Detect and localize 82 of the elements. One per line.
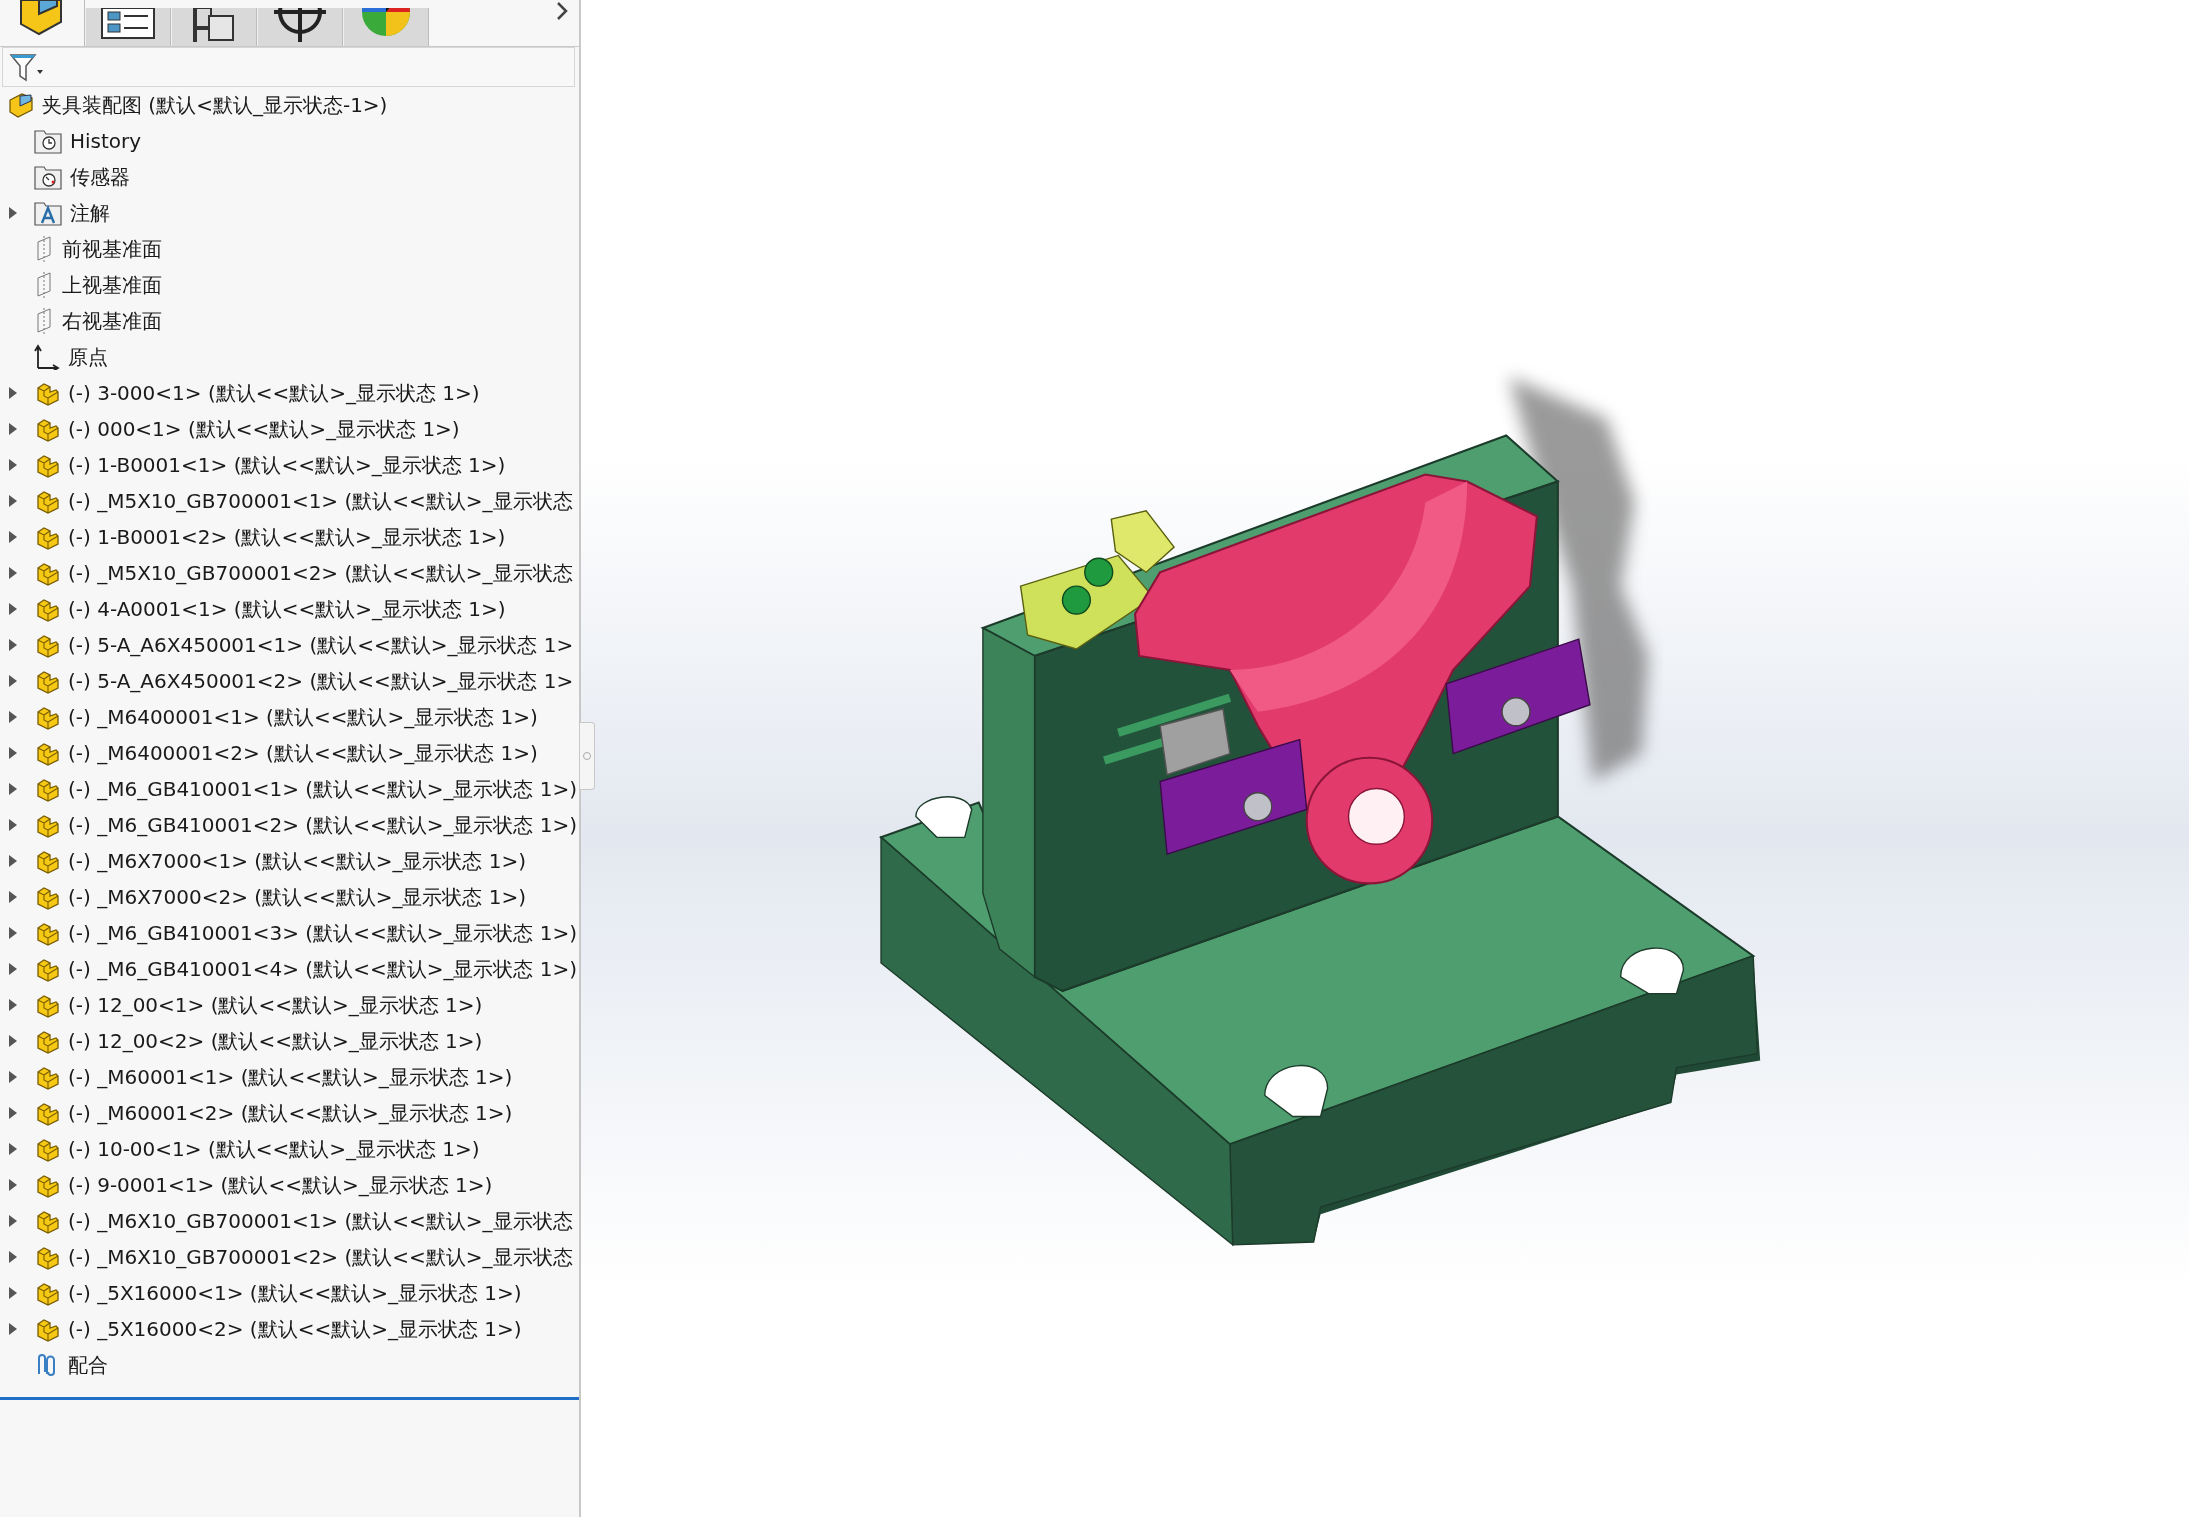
expand-arrow-icon[interactable] [8,855,18,867]
tree-item-label[interactable]: (-) _M6_GB410001<3> (默认<<默认>_显示状态 1>) [68,919,578,947]
chevron-right-icon[interactable] [555,2,569,20]
tree-item-label[interactable]: (-) _M6X7000<2> (默认<<默认>_显示状态 1>) [68,883,527,911]
history-folder-icon [34,128,62,154]
tree-item-label[interactable]: (-) 1-B0001<1> (默认<<默认>_显示状态 1>) [68,451,506,479]
sensor-folder-icon [34,164,62,190]
tree-item-label[interactable]: (-) _5X16000<1> (默认<<默认>_显示状态 1>) [68,1279,522,1307]
tree-item-label[interactable]: 右视基准面 [62,307,162,335]
tree-item-label[interactable]: (-) _M60001<1> (默认<<默认>_显示状态 1>) [68,1063,513,1091]
tree-item-label[interactable]: 上视基准面 [62,271,162,299]
tree-item-label[interactable]: (-) _5X16000<2> (默认<<默认>_显示状态 1>) [68,1315,522,1343]
expand-arrow-icon[interactable] [8,1179,18,1191]
tree-item-label[interactable]: (-) _M6400001<1> (默认<<默认>_显示状态 1>) [68,703,538,731]
splitter-handle[interactable] [580,722,595,790]
plane-icon [34,236,54,262]
expand-arrow-icon[interactable] [8,675,18,687]
tree-item-label[interactable]: (-) 12_00<1> (默认<<默认>_显示状态 1>) [68,991,483,1019]
tree-item-label[interactable]: 夹具装配图 (默认<默认_显示状态-1>) [42,91,388,119]
expand-arrow-icon[interactable] [8,603,18,615]
expand-arrow-icon[interactable] [8,207,18,219]
expand-arrow-icon[interactable] [8,531,18,543]
expand-arrow-icon[interactable] [8,1143,18,1155]
tree-item-label[interactable]: (-) _M6_GB410001<2> (默认<<默认>_显示状态 1>) [68,811,578,839]
expand-arrow-icon[interactable] [8,387,18,399]
tree-item-label[interactable]: (-) _M6X10_GB700001<2> (默认<<默认>_显示状态 [68,1243,573,1271]
crosshair-icon [272,8,328,42]
tree-item-label[interactable]: (-) _M60001<2> (默认<<默认>_显示状态 1>) [68,1099,513,1127]
tree-item-label[interactable]: 前视基准面 [62,235,162,263]
property-list-icon [100,8,156,40]
tree-item-label[interactable]: (-) _M6400001<2> (默认<<默认>_显示状态 1>) [68,739,538,767]
expand-arrow-icon[interactable] [8,459,18,471]
expand-arrow-icon[interactable] [8,711,18,723]
expand-arrow-icon[interactable] [8,999,18,1011]
tree-item-label[interactable]: (-) 000<1> (默认<<默认>_显示状态 1>) [68,415,460,443]
origin-axes-icon [34,344,60,370]
expand-arrow-icon[interactable] [8,1251,18,1263]
tree-item-label[interactable]: 配合 [68,1351,108,1379]
tree-item-label[interactable]: (-) 4-A0001<1> (默认<<默认>_显示状态 1>) [68,595,506,623]
tree-item-label[interactable]: 原点 [68,343,108,371]
tree-item-label[interactable]: (-) 5-A_A6X450001<2> (默认<<默认>_显示状态 1> [68,667,574,695]
tree-item-label[interactable]: (-) _M6X10_GB700001<1> (默认<<默认>_显示状态 [68,1207,573,1235]
tree-item-label[interactable]: 注解 [70,199,110,227]
expand-arrow-icon[interactable] [8,495,18,507]
expand-arrow-icon[interactable] [8,819,18,831]
tree-item-label[interactable]: (-) 12_00<2> (默认<<默认>_显示状态 1>) [68,1027,483,1055]
tree-item-label[interactable]: (-) 1-B0001<2> (默认<<默认>_显示状态 1>) [68,523,506,551]
assembly-icon [8,92,34,118]
expand-arrow-icon[interactable] [8,639,18,651]
tree-item-label[interactable]: (-) _M6_GB410001<1> (默认<<默认>_显示状态 1>) [68,775,578,803]
expand-arrow-icon[interactable] [8,1215,18,1227]
expand-arrow-icon[interactable] [8,1323,18,1335]
expand-arrow-icon[interactable] [8,567,18,579]
filter-icon[interactable] [9,52,45,82]
filter-field[interactable] [2,47,575,87]
annotation-folder-icon [34,200,62,226]
expand-arrow-icon[interactable] [8,423,18,435]
expand-arrow-icon[interactable] [8,747,18,759]
tree-item-label[interactable]: (-) _M6X7000<1> (默认<<默认>_显示状态 1>) [68,847,527,875]
expand-arrow-icon[interactable] [8,1035,18,1047]
tree-item-label[interactable]: (-) 10-00<1> (默认<<默认>_显示状态 1>) [68,1135,480,1163]
tree-item-label[interactable]: (-) 9-0001<1> (默认<<默认>_显示状态 1>) [68,1171,493,1199]
tree-item-label[interactable]: (-) 3-000<1> (默认<<默认>_显示状态 1>) [68,379,480,407]
panel-tab[interactable] [257,8,343,46]
tree-item-label[interactable]: 传感器 [70,163,130,191]
plane-icon [34,308,54,334]
expand-arrow-icon[interactable] [8,1071,18,1083]
tree-item-label[interactable]: (-) _M5X10_GB700001<1> (默认<<默认>_显示状态 [68,487,573,515]
configuration-tree-icon [191,8,237,44]
expand-arrow-icon[interactable] [8,783,18,795]
expand-arrow-icon[interactable] [8,891,18,903]
tree-item-label[interactable]: (-) _M6_GB410001<4> (默认<<默认>_显示状态 1>) [68,955,578,983]
tree-item-label[interactable]: History [70,129,142,153]
expand-arrow-icon[interactable] [8,1107,18,1119]
tree-item-label[interactable]: (-) _M5X10_GB700001<2> (默认<<默认>_显示状态 [68,559,573,587]
panel-tab[interactable] [171,8,257,46]
tree-item-label[interactable]: (-) 5-A_A6X450001<1> (默认<<默认>_显示状态 1> [68,631,574,659]
plane-icon [34,272,54,298]
expand-arrow-icon[interactable] [8,927,18,939]
expand-arrow-icon[interactable] [8,963,18,975]
expand-arrow-icon[interactable] [8,1287,18,1299]
panel-tab[interactable] [85,8,171,46]
